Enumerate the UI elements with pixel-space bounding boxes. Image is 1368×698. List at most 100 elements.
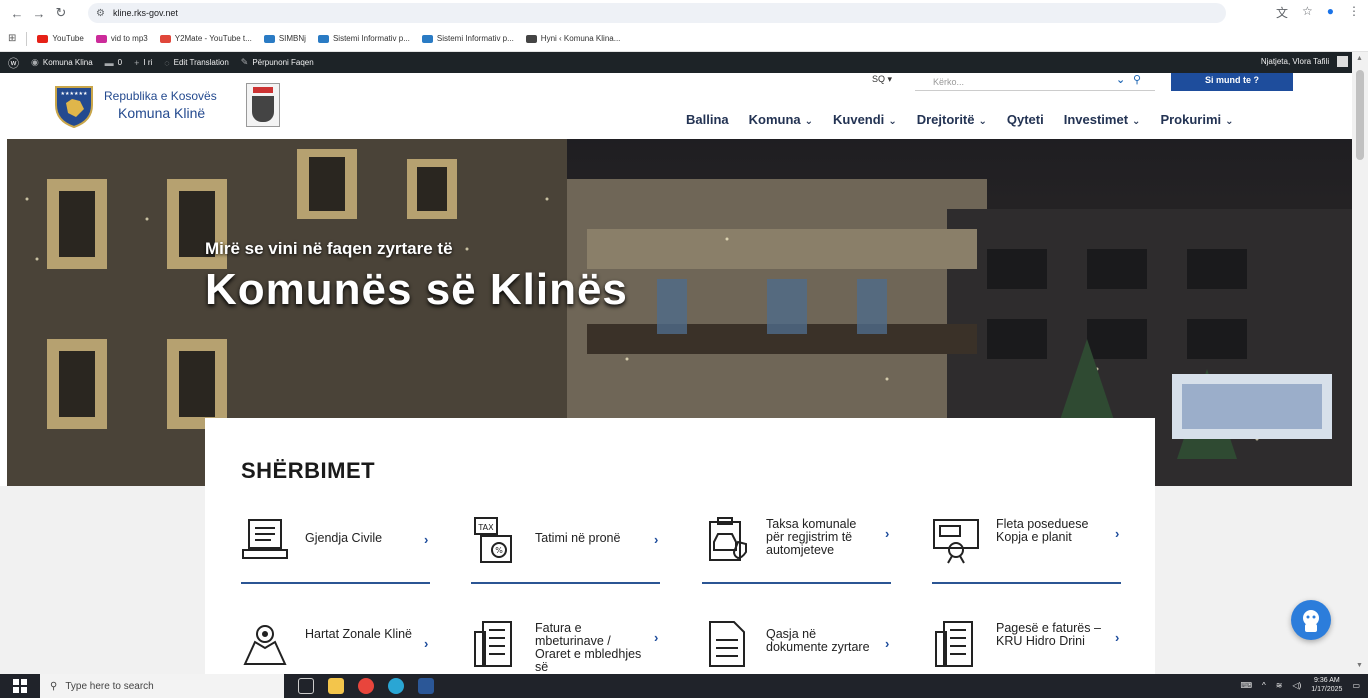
comment-icon: ▬	[104, 57, 114, 68]
network-icon[interactable]: ≋	[1276, 681, 1283, 690]
nav-item-drejtorit-[interactable]: Drejtoritë ⌄	[917, 112, 987, 127]
forward-icon[interactable]: →	[28, 6, 50, 21]
chrome-icon[interactable]	[358, 678, 374, 694]
bookmark-star-icon[interactable]: ☆	[1302, 4, 1313, 21]
hero-subtitle: Mirë se vini në faqen zyrtare të	[205, 239, 453, 258]
service-item[interactable]: Fleta poseduese Kopja e planit ›	[932, 512, 1121, 584]
chevron-down-icon: ⌄	[888, 116, 897, 127]
service-item[interactable]: Gjendja Civile ›	[241, 512, 430, 584]
nav-label: Prokurimi	[1160, 112, 1222, 127]
page-scrollbar[interactable]: ▲ ▼	[1352, 52, 1368, 674]
scroll-thumb[interactable]	[1356, 70, 1364, 160]
bookmark-favicon-icon	[159, 34, 171, 43]
nav-item-qyteti[interactable]: Qyteti	[1007, 112, 1044, 127]
document-icon	[709, 621, 745, 667]
chevron-right-icon: ›	[1115, 526, 1120, 541]
bookmark-item[interactable]: Sistemi Informativ p...	[317, 34, 410, 43]
chevron-down-icon[interactable]: ⌄	[1116, 73, 1125, 86]
nav-item-ballina[interactable]: Ballina	[686, 112, 729, 127]
menu-icon[interactable]: ⋮	[1348, 4, 1360, 21]
start-button[interactable]	[0, 674, 40, 698]
service-label: Pagesë e faturës – KRU Hidro Drini	[996, 621, 1101, 648]
reload-icon[interactable]: ↻	[50, 5, 72, 21]
wordpress-icon[interactable]: ⓦ	[8, 55, 19, 71]
scroll-down-icon[interactable]: ▼	[1356, 662, 1363, 669]
bookmark-favicon-icon	[37, 34, 49, 43]
nav-item-komuna[interactable]: Komuna ⌄	[749, 112, 813, 127]
chevron-right-icon: ›	[654, 630, 659, 645]
address-bar[interactable]: ⚙ kline.rks-gov.net	[88, 3, 1226, 23]
clock[interactable]: 9:36 AM 1/17/2025	[1311, 676, 1342, 694]
invoice-icon	[935, 621, 973, 667]
service-label: Taksa komunale për regjistrim të automje…	[766, 517, 857, 557]
help-button[interactable]: Si mund te ?	[1171, 73, 1293, 91]
nav-label: Kuvendi	[833, 112, 885, 127]
bookmark-item[interactable]: vid to mp3	[95, 34, 148, 43]
service-item[interactable]: Fatura e mbeturinave / Oraret e mbledhje…	[471, 616, 660, 674]
service-item[interactable]: Pagesë e faturës – KRU Hidro Drini ›	[932, 616, 1121, 674]
admin-edit-page[interactable]: ✎ Përpunoni Faqen	[241, 57, 314, 68]
nav-item-investimet[interactable]: Investimet ⌄	[1064, 112, 1141, 127]
admin-comments[interactable]: ▬ 0	[105, 58, 122, 68]
chevron-right-icon: ›	[424, 532, 429, 547]
task-view-icon[interactable]	[298, 678, 314, 694]
nav-label: Ballina	[686, 112, 729, 127]
admin-site-link[interactable]: ◉ Komuna Klina	[31, 57, 93, 68]
chevron-right-icon: ›	[1115, 630, 1120, 645]
admin-edit-translation[interactable]: ◌ Edit Translation	[164, 58, 229, 68]
bookmark-item[interactable]: Sistemi Informativ p...	[421, 34, 514, 43]
svg-text:%: %	[495, 546, 503, 555]
chatbot-button[interactable]	[1291, 600, 1331, 640]
nav-item-kuvendi[interactable]: Kuvendi ⌄	[833, 112, 897, 127]
bookmark-favicon-icon	[525, 34, 537, 43]
service-item[interactable]: Qasja në dokumente zyrtare ›	[702, 616, 891, 674]
comments-count: 0	[117, 58, 123, 67]
keyboard-icon[interactable]: ⌨	[1240, 681, 1252, 690]
service-item[interactable]: Hartat Zonale Klinë ›	[241, 616, 430, 674]
back-icon[interactable]: ←	[6, 6, 28, 21]
notifications-icon[interactable]: ▭	[1352, 681, 1360, 690]
bookmark-item[interactable]: Hyni ‹ Komuna Klina...	[525, 34, 620, 43]
tray-chevron-icon[interactable]: ^	[1262, 681, 1266, 690]
logo-title[interactable]: Republika e Kosovës	[104, 89, 217, 103]
service-label: Gjendja Civile	[305, 531, 383, 545]
profile-icon[interactable]: ●	[1327, 4, 1334, 21]
site-info-icon[interactable]: ⚙	[96, 8, 105, 19]
bookmark-favicon-icon	[263, 34, 275, 43]
translate-icon[interactable]: 文	[1276, 4, 1288, 21]
bookmark-label: Y2Mate - YouTube t...	[174, 34, 252, 43]
admin-greeting[interactable]: Njatjeta, Vlora Tafili	[1261, 57, 1329, 66]
service-item[interactable]: TAX% Tatimi në pronë ›	[471, 512, 660, 584]
taskbar-search[interactable]: ⚲ Type here to search	[40, 674, 284, 698]
svg-text:TAX: TAX	[477, 523, 494, 532]
bookmark-favicon-icon	[421, 34, 433, 43]
word-icon[interactable]	[418, 678, 434, 694]
avatar[interactable]	[1337, 56, 1349, 67]
volume-icon[interactable]: ◁)	[1292, 681, 1301, 690]
car-clipboard-icon	[709, 517, 747, 561]
apps-icon[interactable]: ⊞	[8, 33, 16, 44]
kosovo-emblem-icon[interactable]: ★★★★★★	[52, 83, 96, 129]
file-explorer-icon[interactable]	[328, 678, 344, 694]
bookmark-item[interactable]: SIMBNj	[263, 34, 306, 43]
bookmark-item[interactable]: YouTube	[37, 34, 84, 43]
bookmarks-divider	[26, 31, 28, 46]
nav-item-prokurimi[interactable]: Prokurimi ⌄	[1160, 112, 1233, 127]
bookmark-label: Sistemi Informativ p...	[332, 34, 410, 43]
logo-subtitle[interactable]: Komuna Klinë	[118, 105, 205, 121]
edit-translation-label: Edit Translation	[173, 58, 229, 67]
services-title: SHËRBIMET	[241, 458, 376, 483]
scroll-up-icon[interactable]: ▲	[1356, 55, 1363, 62]
service-item[interactable]: Taksa komunale për regjistrim të automje…	[702, 512, 891, 584]
clock-date: 1/17/2025	[1311, 686, 1343, 693]
bookmark-label: vid to mp3	[110, 34, 148, 43]
edit-page-label: Përpunoni Faqen	[252, 58, 314, 67]
language-selector[interactable]: SQ ▾	[872, 74, 892, 85]
bookmark-item[interactable]: Y2Mate - YouTube t...	[159, 34, 252, 43]
chevron-right-icon: ›	[424, 636, 429, 651]
edge-icon[interactable]	[388, 678, 404, 694]
chevron-down-icon: ⌄	[1225, 116, 1234, 127]
search-icon: ⚲	[50, 680, 58, 692]
admin-new[interactable]: + I ri	[134, 58, 152, 68]
search-icon[interactable]: ⚲	[1133, 73, 1141, 86]
